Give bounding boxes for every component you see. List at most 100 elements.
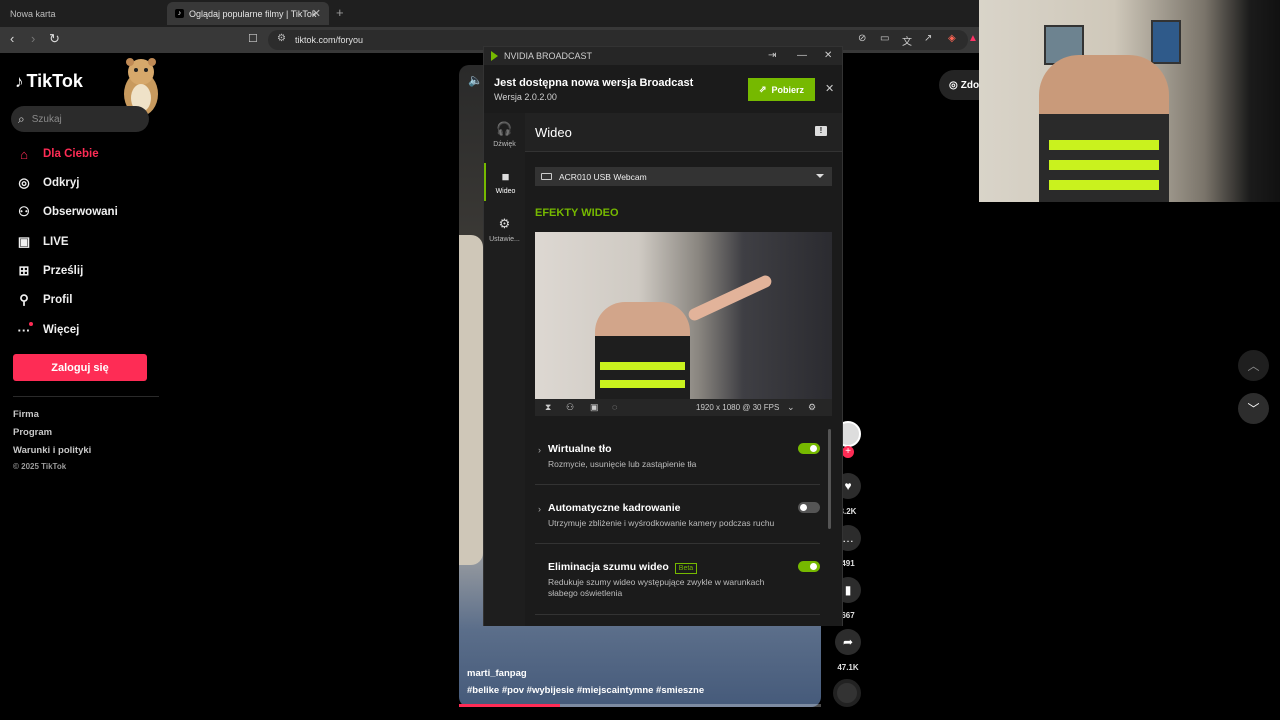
effects-heading: EFEKTY WIDEO <box>535 207 619 219</box>
music-disc-icon[interactable] <box>833 679 861 707</box>
effects-scrollbar[interactable] <box>828 429 831 529</box>
search-placeholder: Szukaj <box>31 113 62 125</box>
tiktok-favicon-icon: ♪ <box>175 9 184 18</box>
cast-icon[interactable]: ▭ <box>880 33 889 44</box>
minimize-icon[interactable]: — <box>797 50 807 61</box>
tab-new-tab[interactable]: Nowa karta <box>4 2 164 25</box>
nav-label: Odkryj <box>43 177 80 189</box>
tiktok-logo[interactable]: ♪ TikTok <box>15 71 83 92</box>
url-text: tiktok.com/foryou <box>295 35 364 45</box>
video-content <box>459 235 483 565</box>
effect-toggle[interactable] <box>798 561 820 572</box>
chevron-down-icon: ﹀ <box>1247 402 1260 416</box>
window-titlebar[interactable]: NVIDIA BROADCAST ⇥ — ✕ <box>484 47 842 65</box>
sidebar-item-video[interactable]: ■ Wideo <box>484 163 525 201</box>
upload-icon: ⊞ <box>18 263 30 278</box>
volume-icon[interactable]: 🔈 <box>468 73 483 87</box>
video-progress-bar[interactable] <box>459 704 821 707</box>
tab-tiktok[interactable]: ♪ Oglądaj popularne filmy | TikTok ✕ <box>167 2 329 25</box>
webcam-overlay <box>979 0 1280 202</box>
nav-upload[interactable]: ⊞ Prześlij <box>15 261 84 281</box>
screen: Nowa karta ♪ Oglądaj popularne filmy | T… <box>0 0 1280 720</box>
headset-icon: 🎧 <box>496 121 513 136</box>
effect-name: Wirtualne tło <box>548 443 612 455</box>
effect-description: Redukuje szumy wideo występujące zwykle … <box>548 577 765 598</box>
footer-link-program[interactable]: Program <box>13 427 52 438</box>
nav-for-you[interactable]: ⌂ Dla Ciebie <box>15 144 99 164</box>
forward-icon[interactable]: › <box>31 31 35 46</box>
rewards-icon[interactable]: ▲ <box>968 33 978 44</box>
next-video-button[interactable]: ﹀ <box>1238 393 1269 424</box>
nav-live[interactable]: ▣ LIVE <box>15 232 69 252</box>
settings-icon[interactable]: ⚙ <box>808 402 816 413</box>
new-tab-button[interactable]: + <box>336 5 344 20</box>
nav-explore[interactable]: ◎ Odkryj <box>15 173 79 193</box>
section-title: Wideo <box>535 125 572 140</box>
sidebar-item-label: Ustawie... <box>489 236 520 243</box>
compass-icon: ◎ <box>18 175 30 190</box>
follow-plus-icon[interactable]: + <box>842 446 854 458</box>
video-hashtags[interactable]: #belike #pov #wybijesie #miejscaintymne … <box>467 685 704 696</box>
external-link-icon: ⇗ <box>758 84 767 94</box>
share-count: 47.1K <box>837 663 859 672</box>
device-select[interactable]: ACR010 USB Webcam <box>535 167 832 186</box>
login-button[interactable]: Zaloguj się <box>13 354 147 381</box>
footer-link-company[interactable]: Firma <box>13 409 39 420</box>
site-settings-icon[interactable]: ⚙ <box>277 33 286 44</box>
close-window-icon[interactable]: ✕ <box>824 50 832 61</box>
previous-video-button[interactable]: ︿ <box>1238 350 1269 381</box>
share-button[interactable]: ➦ <box>835 629 861 655</box>
nav-profile[interactable]: ⚲ Profil <box>15 290 72 310</box>
camera-preview <box>535 232 832 399</box>
sidebar-item-audio[interactable]: 🎧 Dźwięk <box>484 121 525 148</box>
effect-description: Utrzymuje zbliżenie i wyśrodkowanie kame… <box>548 518 775 528</box>
footer-link-terms[interactable]: Warunki i polityki <box>13 445 91 456</box>
live-icon: ▣ <box>17 234 31 249</box>
broadcast-main: Wideo ! ACR010 USB Webcam EFEKTY WIDEO ⧗… <box>525 113 842 626</box>
search-input[interactable]: ⌕ Szukaj <box>11 106 149 132</box>
video-author[interactable]: marti_fanpag <box>467 668 527 679</box>
back-icon[interactable]: ‹ <box>10 31 14 46</box>
nvidia-broadcast-window: NVIDIA BROADCAST ⇥ — ✕ Jest dostępna now… <box>483 46 843 626</box>
feedback-icon[interactable]: ! <box>815 126 827 136</box>
tab-label: Nowa karta <box>10 8 56 19</box>
update-version: Wersja 2.0.2.00 <box>494 92 557 102</box>
extension-icon[interactable]: ⊘ <box>858 33 866 44</box>
bookmark-icon: ▮ <box>844 583 852 597</box>
sidebar-item-settings[interactable]: ⚙ Ustawie... <box>484 216 525 243</box>
translate-icon[interactable]: 文 <box>902 33 912 48</box>
snapshot-icon[interactable]: ▣ <box>590 402 599 413</box>
toggle-knob <box>810 563 817 570</box>
resolution-select[interactable]: 1920 x 1080 @ 30 FPS <box>696 403 779 412</box>
search-icon: ⌕ <box>18 111 25 126</box>
brave-shield-icon[interactable]: ◈ <box>948 33 956 44</box>
toggle-knob <box>810 445 817 452</box>
comment-icon: … <box>842 531 854 545</box>
people-icon[interactable]: ⚇ <box>566 402 574 413</box>
window-title: NVIDIA BROADCAST <box>504 51 593 61</box>
nav-label: Prześlij <box>43 265 84 277</box>
bookmark-icon[interactable]: ☐ <box>248 32 258 45</box>
broadcast-sidebar: 🎧 Dźwięk ■ Wideo ⚙ Ustawie... <box>484 113 525 626</box>
reload-icon[interactable]: ↻ <box>49 31 60 47</box>
sign-in-icon[interactable]: ⇥ <box>768 50 776 61</box>
mirror-icon[interactable]: ⧗ <box>545 402 551 413</box>
update-banner: Jest dostępna nowa wersja Broadcast Wers… <box>484 65 842 113</box>
download-button[interactable]: ⇗ Pobierz <box>748 78 815 101</box>
hide-preview-icon[interactable]: ◌ <box>612 402 617 412</box>
close-tab-icon[interactable]: ✕ <box>312 7 321 20</box>
nav-following[interactable]: ⚇ Obserwowani <box>15 202 118 222</box>
effect-divider <box>535 543 820 544</box>
effect-toggle[interactable] <box>798 443 820 454</box>
nav-more[interactable]: ··· Więcej <box>15 320 79 340</box>
share-icon[interactable]: ↗ <box>924 33 932 44</box>
chevron-down-icon: ⌄ <box>787 402 795 412</box>
notification-dot <box>29 322 33 326</box>
nav-label: Dla Ciebie <box>43 148 99 160</box>
effect-divider <box>535 484 820 485</box>
chevron-up-icon: ︿ <box>1247 359 1260 373</box>
chevron-right-icon: › <box>538 445 541 455</box>
close-banner-icon[interactable]: ✕ <box>825 82 834 95</box>
effect-toggle[interactable] <box>798 502 820 513</box>
tiktok-note-icon: ♪ <box>15 71 24 91</box>
